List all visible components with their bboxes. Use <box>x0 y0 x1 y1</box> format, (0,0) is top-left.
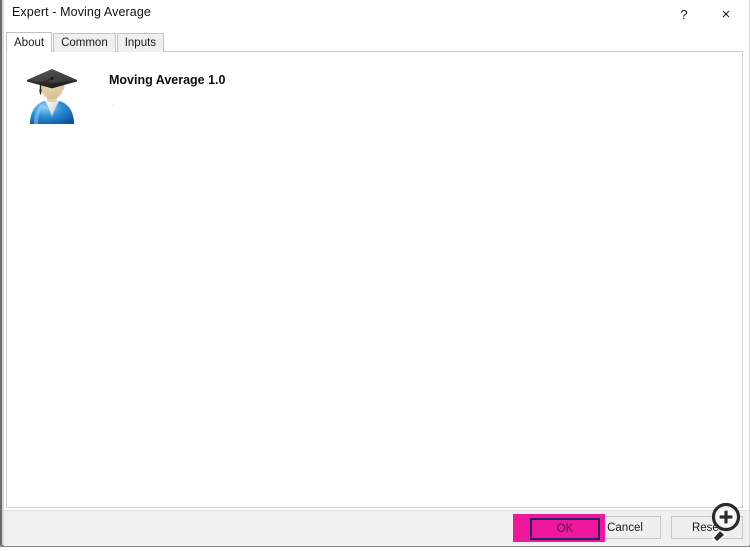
graduation-cap-avatar-icon <box>25 62 79 124</box>
reset-button[interactable]: Reset <box>671 516 743 539</box>
window-left-edge-inner <box>2 0 4 547</box>
ok-button-wrapper: OK <box>530 518 600 540</box>
tab-about[interactable]: About <box>6 32 53 52</box>
title-bar: Expert - Moving Average ? × <box>4 0 749 28</box>
about-header: Moving Average 1.0 . <box>25 62 225 124</box>
about-tab-panel: Moving Average 1.0 . <box>6 51 743 508</box>
product-description: . <box>112 98 115 109</box>
tab-inputs[interactable]: Inputs <box>116 33 165 52</box>
window-title: Expert - Moving Average <box>12 5 151 19</box>
close-icon[interactable]: × <box>705 1 747 27</box>
help-icon[interactable]: ? <box>663 1 705 27</box>
title-bar-buttons: ? × <box>663 0 747 28</box>
tab-common[interactable]: Common <box>53 33 116 52</box>
expert-dialog: Expert - Moving Average ? × About Common… <box>0 0 750 547</box>
dialog-footer: OK Cancel Reset <box>4 510 749 546</box>
ok-button[interactable]: OK <box>530 518 600 540</box>
tab-strip: About Common Inputs <box>6 32 165 52</box>
about-text-block: Moving Average 1.0 . <box>109 62 225 109</box>
product-name: Moving Average 1.0 <box>109 73 226 87</box>
